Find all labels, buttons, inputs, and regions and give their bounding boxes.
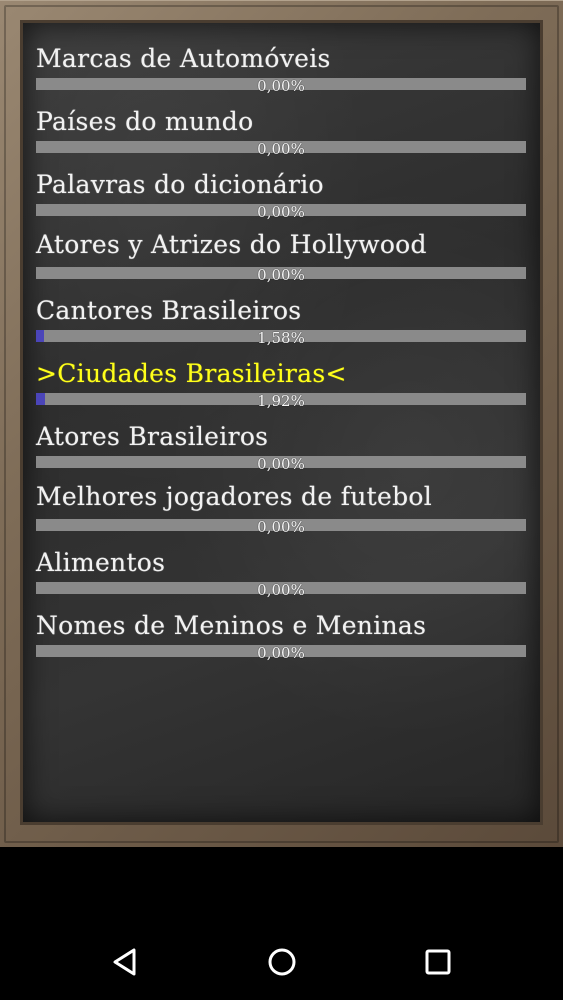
category-title: Países do mundo — [36, 107, 254, 136]
category-title: Melhores jogadores de futebol — [36, 482, 433, 511]
category-title: Palavras do dicionário — [36, 170, 324, 199]
progress-percent: 0,00% — [257, 644, 305, 662]
category-title: Atores Brasileiros — [36, 422, 269, 451]
recents-button[interactable] — [418, 942, 458, 982]
category-item-palavras-do-dicionario[interactable]: Palavras do dicionário 0,00% — [36, 170, 526, 230]
progress-percent: 1,58% — [257, 329, 305, 347]
category-title: Cantores Brasileiros — [36, 296, 302, 325]
category-title-selected: >Ciudades Brasileiras< — [36, 359, 347, 388]
category-item-melhores-jogadores-de-futebol[interactable]: Melhores jogadores de futebol 0,00% — [36, 482, 526, 542]
android-navigation-bar — [0, 922, 563, 1000]
progress-percent: 0,00% — [257, 77, 305, 95]
category-item-atores-brasileiros[interactable]: Atores Brasileiros 0,00% — [36, 422, 526, 482]
progress-percent: 0,00% — [257, 203, 305, 221]
progress-percent: 0,00% — [257, 266, 305, 284]
category-item-nomes-de-meninos-e-meninas[interactable]: Nomes de Meninos e Meninas 0,00% — [36, 611, 526, 671]
category-item-marcas-de-automoveis[interactable]: Marcas de Automóveis 0,00% — [36, 44, 526, 104]
category-item-atores-y-atrizes-do-hollywood[interactable]: Atores y Atrizes do Hollywood 0,00% — [36, 230, 526, 290]
chalkboard: Marcas de Automóveis 0,00% Países do mun… — [20, 20, 543, 825]
category-title: Marcas de Automóveis — [36, 44, 331, 73]
back-button[interactable] — [105, 942, 145, 982]
progress-percent: 0,00% — [257, 455, 305, 473]
category-title: Alimentos — [36, 548, 166, 577]
home-circle-icon — [262, 942, 302, 982]
category-item-cantores-brasileiros[interactable]: Cantores Brasileiros 1,58% — [36, 296, 526, 356]
category-item-alimentos[interactable]: Alimentos 0,00% — [36, 548, 526, 608]
recents-square-icon — [418, 942, 458, 982]
app-screen: Marcas de Automóveis 0,00% Países do mun… — [0, 0, 563, 1000]
progress-percent: 0,00% — [257, 518, 305, 536]
category-item-paises-do-mundo[interactable]: Países do mundo 0,00% — [36, 107, 526, 167]
back-triangle-icon — [105, 942, 145, 982]
progress-percent: 1,92% — [257, 392, 305, 410]
progress-percent: 0,00% — [257, 140, 305, 158]
category-title: Atores y Atrizes do Hollywood — [36, 230, 427, 259]
category-item-ciudades-brasileiras[interactable]: >Ciudades Brasileiras< 1,92% — [36, 359, 526, 419]
home-button[interactable] — [262, 942, 302, 982]
category-title: Nomes de Meninos e Meninas — [36, 611, 427, 640]
progress-percent: 0,00% — [257, 581, 305, 599]
